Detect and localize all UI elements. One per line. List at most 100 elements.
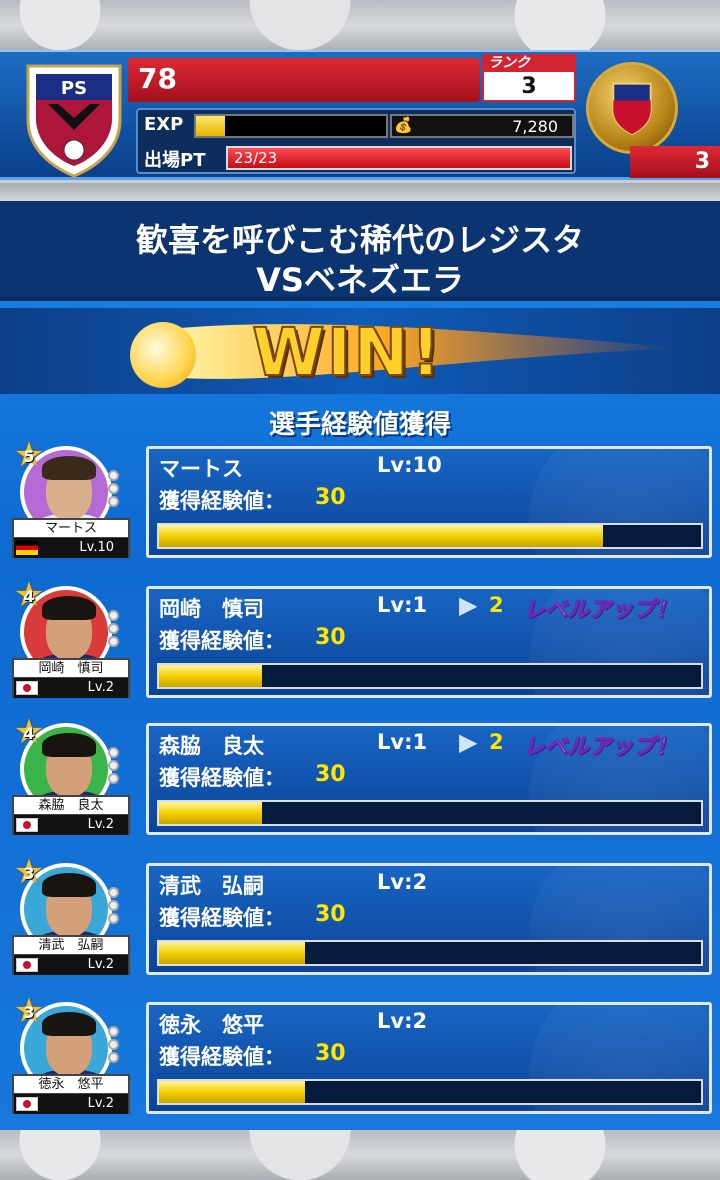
rarity-star-icon: ★ 4 bbox=[13, 575, 45, 615]
player-level-bar: 78 bbox=[128, 58, 480, 102]
player-level: Lv:1 bbox=[377, 730, 428, 754]
match-title-line2: VSベネズエラ bbox=[256, 261, 464, 299]
exp-gained-value: 30 bbox=[315, 485, 346, 510]
portrait-hair bbox=[42, 1012, 96, 1036]
status-header: PS 78 ランク 3 EXP 💰 7,280 出場PT 23/23 3 bbox=[0, 50, 720, 180]
rarity-star-icon: ★ 4 bbox=[13, 712, 45, 752]
pt-value: 23/23 bbox=[234, 149, 278, 167]
player-name: 徳永 悠平 bbox=[159, 1013, 264, 1037]
exp-gained-label: 獲得経験値： bbox=[159, 906, 285, 930]
nameplate-level: Lv.10 bbox=[14, 538, 128, 558]
player-name: 森脇 良太 bbox=[159, 734, 264, 758]
nameplate-name: 森脇 良太 bbox=[14, 797, 128, 815]
player-exp-bar bbox=[157, 940, 703, 966]
rarity-value: 3 bbox=[23, 864, 35, 883]
money-display: 💰 7,280 bbox=[390, 114, 574, 138]
player-level: 78 bbox=[138, 62, 177, 95]
nameplate-level-text: Lv.2 bbox=[87, 817, 114, 832]
player-exp-bar bbox=[157, 663, 703, 689]
player-row[interactable]: ★ 5 マートス Lv.10 マートス Lv:10 獲得経験値： 30 bbox=[0, 435, 720, 570]
portrait-hair bbox=[42, 456, 96, 480]
player-exp-card: 岡崎 慎司 Lv:1 ▶ 2 レベルアップ！ 獲得経験値： 30 bbox=[146, 586, 712, 698]
player-exp-bar-fill bbox=[159, 1081, 306, 1103]
pt-bar-fill bbox=[228, 148, 570, 168]
level-up-badge: レベルアップ！ bbox=[522, 598, 678, 624]
rarity-star-icon: ★ 5 bbox=[13, 435, 45, 475]
player-name: マートス bbox=[159, 457, 243, 481]
nameplate-level-text: Lv.2 bbox=[87, 957, 114, 972]
emblem-text: PS bbox=[61, 78, 87, 99]
player-level: Lv:2 bbox=[377, 870, 428, 894]
player-exp-card: 清武 弘嗣 Lv:2 獲得経験値： 30 bbox=[146, 863, 712, 975]
player-exp-card: マートス Lv:10 獲得経験値： 30 bbox=[146, 446, 712, 558]
player-nameplate: 森脇 良太 Lv.2 bbox=[12, 795, 130, 835]
exp-bar-fill bbox=[196, 116, 225, 136]
player-row[interactable]: ★ 3 清武 弘嗣 Lv.2 清武 弘嗣 Lv:2 獲得経験値： 30 bbox=[0, 852, 720, 987]
new-level: 2 bbox=[489, 730, 504, 754]
player-nameplate: 徳永 悠平 Lv.2 bbox=[12, 1074, 130, 1114]
player-level: Lv:1 bbox=[377, 593, 428, 617]
nameplate-level-text: Lv.10 bbox=[79, 540, 114, 555]
player-row[interactable]: ★ 3 徳永 悠平 Lv.2 徳永 悠平 Lv:2 獲得経験値： 30 bbox=[0, 991, 720, 1126]
skill-dots bbox=[108, 887, 122, 927]
flag-jp-icon bbox=[16, 958, 38, 972]
skill-dots bbox=[108, 470, 122, 510]
player-exp-card: 森脇 良太 Lv:1 ▶ 2 レベルアップ！ 獲得経験値： 30 bbox=[146, 723, 712, 835]
level-up-badge: レベルアップ！ bbox=[522, 735, 678, 761]
exp-label: EXP bbox=[144, 114, 184, 135]
exp-gained-value: 30 bbox=[315, 625, 346, 650]
player-name: 岡崎 慎司 bbox=[159, 597, 264, 621]
rank-box: ランク 3 bbox=[482, 54, 576, 104]
flag-jp-icon bbox=[16, 681, 38, 695]
rarity-value: 5 bbox=[23, 447, 35, 466]
player-exp-bar bbox=[157, 523, 703, 549]
player-name: 清武 弘嗣 bbox=[159, 874, 264, 898]
coin-emblem-icon bbox=[612, 82, 652, 136]
exp-bar bbox=[194, 114, 388, 138]
nameplate-level: Lv.2 bbox=[14, 1094, 128, 1114]
divider-metal bbox=[0, 183, 720, 201]
top-metal-frame bbox=[0, 0, 720, 52]
nameplate-level-text: Lv.2 bbox=[87, 680, 114, 695]
player-row[interactable]: ★ 4 岡崎 慎司 Lv.2 岡崎 慎司 Lv:1 ▶ 2 レベルアップ！ 獲得経… bbox=[0, 575, 720, 710]
rank-label: ランク bbox=[482, 54, 576, 72]
coin-count: 3 bbox=[630, 146, 720, 178]
exp-gained-label: 獲得経験値： bbox=[159, 1045, 285, 1069]
portrait-hair bbox=[42, 873, 96, 897]
player-level: Lv:2 bbox=[377, 1009, 428, 1033]
arrow-right-icon: ▶ bbox=[459, 728, 478, 756]
nameplate-level: Lv.2 bbox=[14, 955, 128, 975]
exp-gained-label: 獲得経験値： bbox=[159, 629, 285, 653]
rarity-star-icon: ★ 3 bbox=[13, 991, 45, 1031]
skill-dots bbox=[108, 747, 122, 787]
exp-gained-value: 30 bbox=[315, 1041, 346, 1066]
portrait-hair bbox=[42, 596, 96, 620]
player-nameplate: 清武 弘嗣 Lv.2 bbox=[12, 935, 130, 975]
bottom-metal-frame bbox=[0, 1130, 720, 1180]
player-row[interactable]: ★ 4 森脇 良太 Lv.2 森脇 良太 Lv:1 ▶ 2 レベルアップ！ 獲得経… bbox=[0, 712, 720, 847]
soccer-ball-icon bbox=[130, 322, 196, 388]
exp-gain-heading: 選手経験値獲得 bbox=[268, 410, 451, 440]
flag-jp-icon bbox=[16, 1097, 38, 1111]
nameplate-level: Lv.2 bbox=[14, 815, 128, 835]
rank-value: 3 bbox=[482, 72, 576, 102]
flag-de-icon bbox=[16, 541, 38, 555]
nameplate-level: Lv.2 bbox=[14, 678, 128, 698]
player-exp-bar bbox=[157, 1079, 703, 1105]
nameplate-level-text: Lv.2 bbox=[87, 1096, 114, 1111]
nameplate-name: 徳永 悠平 bbox=[14, 1076, 128, 1094]
rarity-value: 3 bbox=[23, 1003, 35, 1022]
medal-coin-icon[interactable] bbox=[586, 62, 678, 154]
team-emblem-icon[interactable]: PS bbox=[20, 60, 128, 178]
money-bag-icon: 💰 bbox=[394, 116, 413, 134]
player-nameplate: マートス Lv.10 bbox=[12, 518, 130, 558]
player-level: Lv:10 bbox=[377, 453, 442, 477]
exp-gained-value: 30 bbox=[315, 762, 346, 787]
rarity-value: 4 bbox=[23, 724, 35, 743]
flag-jp-icon bbox=[16, 818, 38, 832]
rarity-star-icon: ★ 3 bbox=[13, 852, 45, 892]
player-exp-bar-fill bbox=[159, 525, 604, 547]
stats-panel: EXP 💰 7,280 出場PT 23/23 bbox=[136, 108, 576, 174]
win-result-text: WIN! bbox=[251, 313, 443, 392]
player-exp-bar-fill bbox=[159, 802, 262, 824]
